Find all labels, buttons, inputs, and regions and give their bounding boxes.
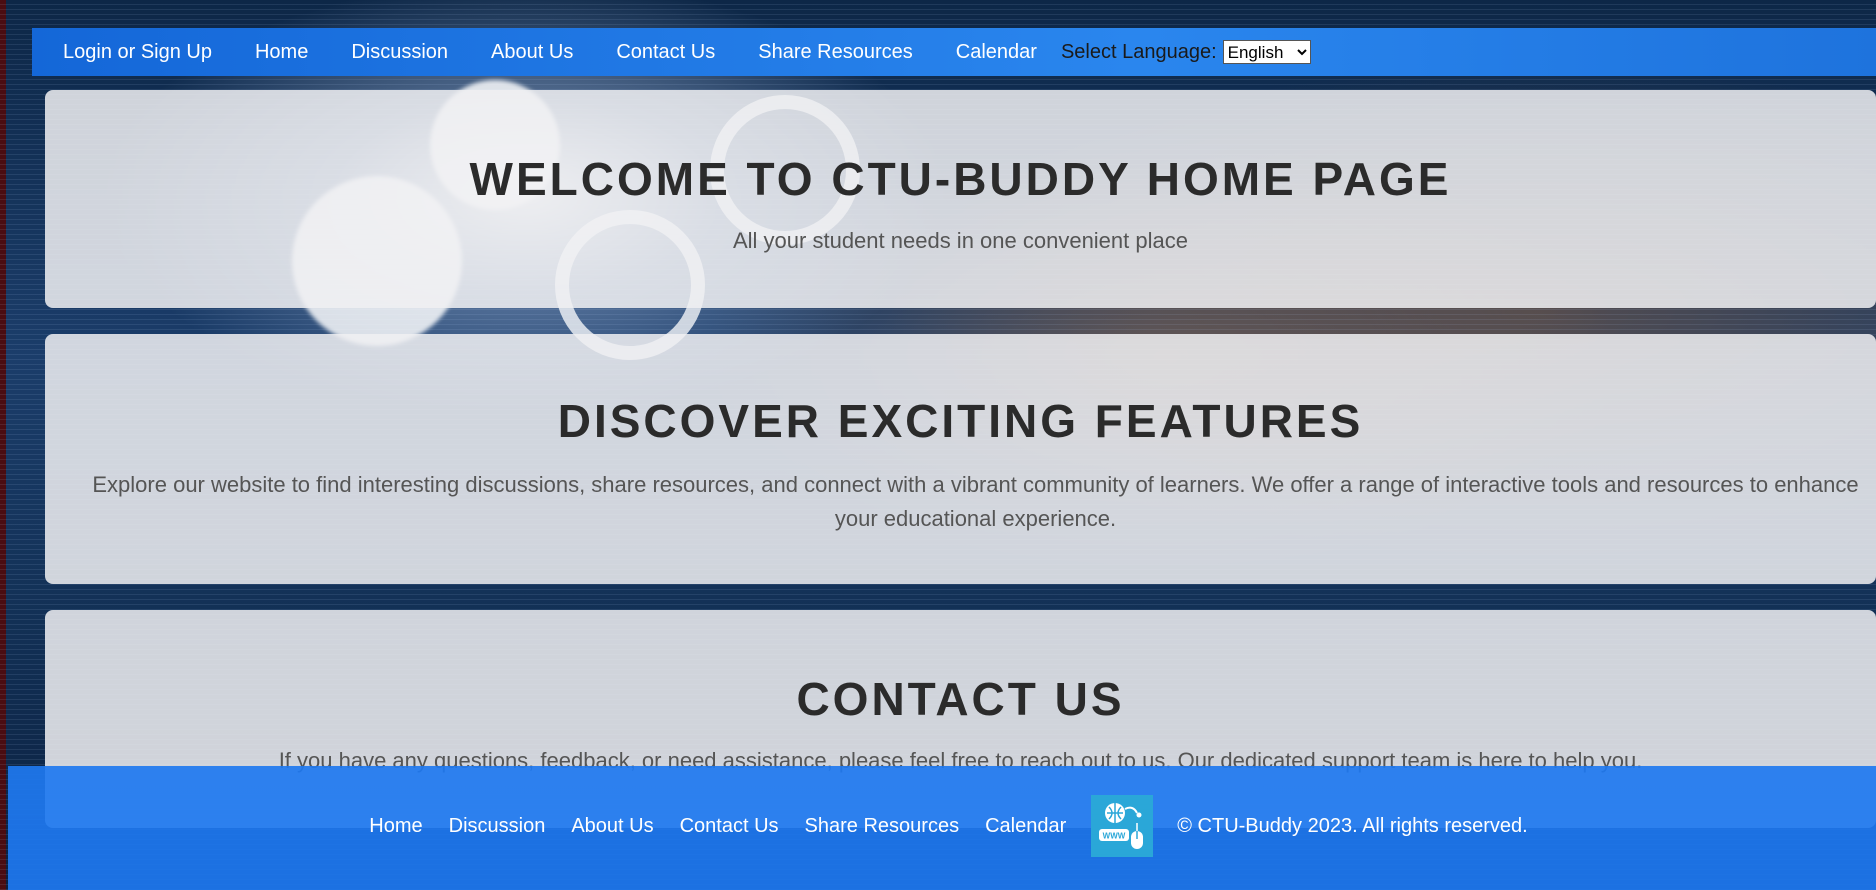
footer-share-resources-link[interactable]: Share Resources (805, 815, 960, 838)
nav-discussion-link[interactable]: Discussion (351, 41, 448, 64)
nav-share-resources-link[interactable]: Share Resources (758, 41, 913, 64)
nav-about-us-link[interactable]: About Us (491, 41, 573, 64)
nav-login-signup-link[interactable]: Login or Sign Up (63, 41, 212, 64)
footer-about-us-link[interactable]: About Us (571, 815, 653, 838)
window-edge (0, 0, 6, 890)
language-select[interactable]: English (1222, 40, 1311, 64)
nav-calendar-link[interactable]: Calendar (956, 41, 1037, 64)
svg-text:WWW: WWW (1103, 832, 1126, 841)
nav-home-link[interactable]: Home (255, 41, 308, 64)
top-navigation-bar: Login or Sign Up Home Discussion About U… (32, 28, 1876, 76)
footer-bar: Home Discussion About Us Contact Us Shar… (8, 766, 1876, 890)
footer-contact-us-link[interactable]: Contact Us (680, 815, 779, 838)
welcome-subtitle: All your student needs in one convenient… (733, 228, 1188, 253)
footer-home-link[interactable]: Home (369, 815, 422, 838)
features-title: DISCOVER EXCITING FEATURES (557, 395, 1364, 447)
footer-calendar-link[interactable]: Calendar (985, 815, 1066, 838)
features-panel: DISCOVER EXCITING FEATURES Explore our w… (45, 334, 1876, 584)
features-text: Explore our website to find interesting … (92, 472, 1859, 531)
footer-content: Home Discussion About Us Contact Us Shar… (356, 795, 1528, 857)
welcome-panel: WELCOME TO CTU-BUDDY HOME PAGE All your … (45, 90, 1876, 308)
language-label: Select Language: (1060, 40, 1217, 63)
www-globe-mouse-icon: WWW (1091, 795, 1154, 857)
welcome-title: WELCOME TO CTU-BUDDY HOME PAGE (469, 153, 1452, 205)
copyright-text: © CTU-Buddy 2023. All rights reserved. (1177, 814, 1528, 837)
nav-contact-us-link[interactable]: Contact Us (616, 41, 715, 64)
footer-discussion-link[interactable]: Discussion (449, 815, 546, 838)
contact-title: CONTACT US (796, 673, 1125, 725)
logo-graphic: WWW (1099, 803, 1144, 849)
